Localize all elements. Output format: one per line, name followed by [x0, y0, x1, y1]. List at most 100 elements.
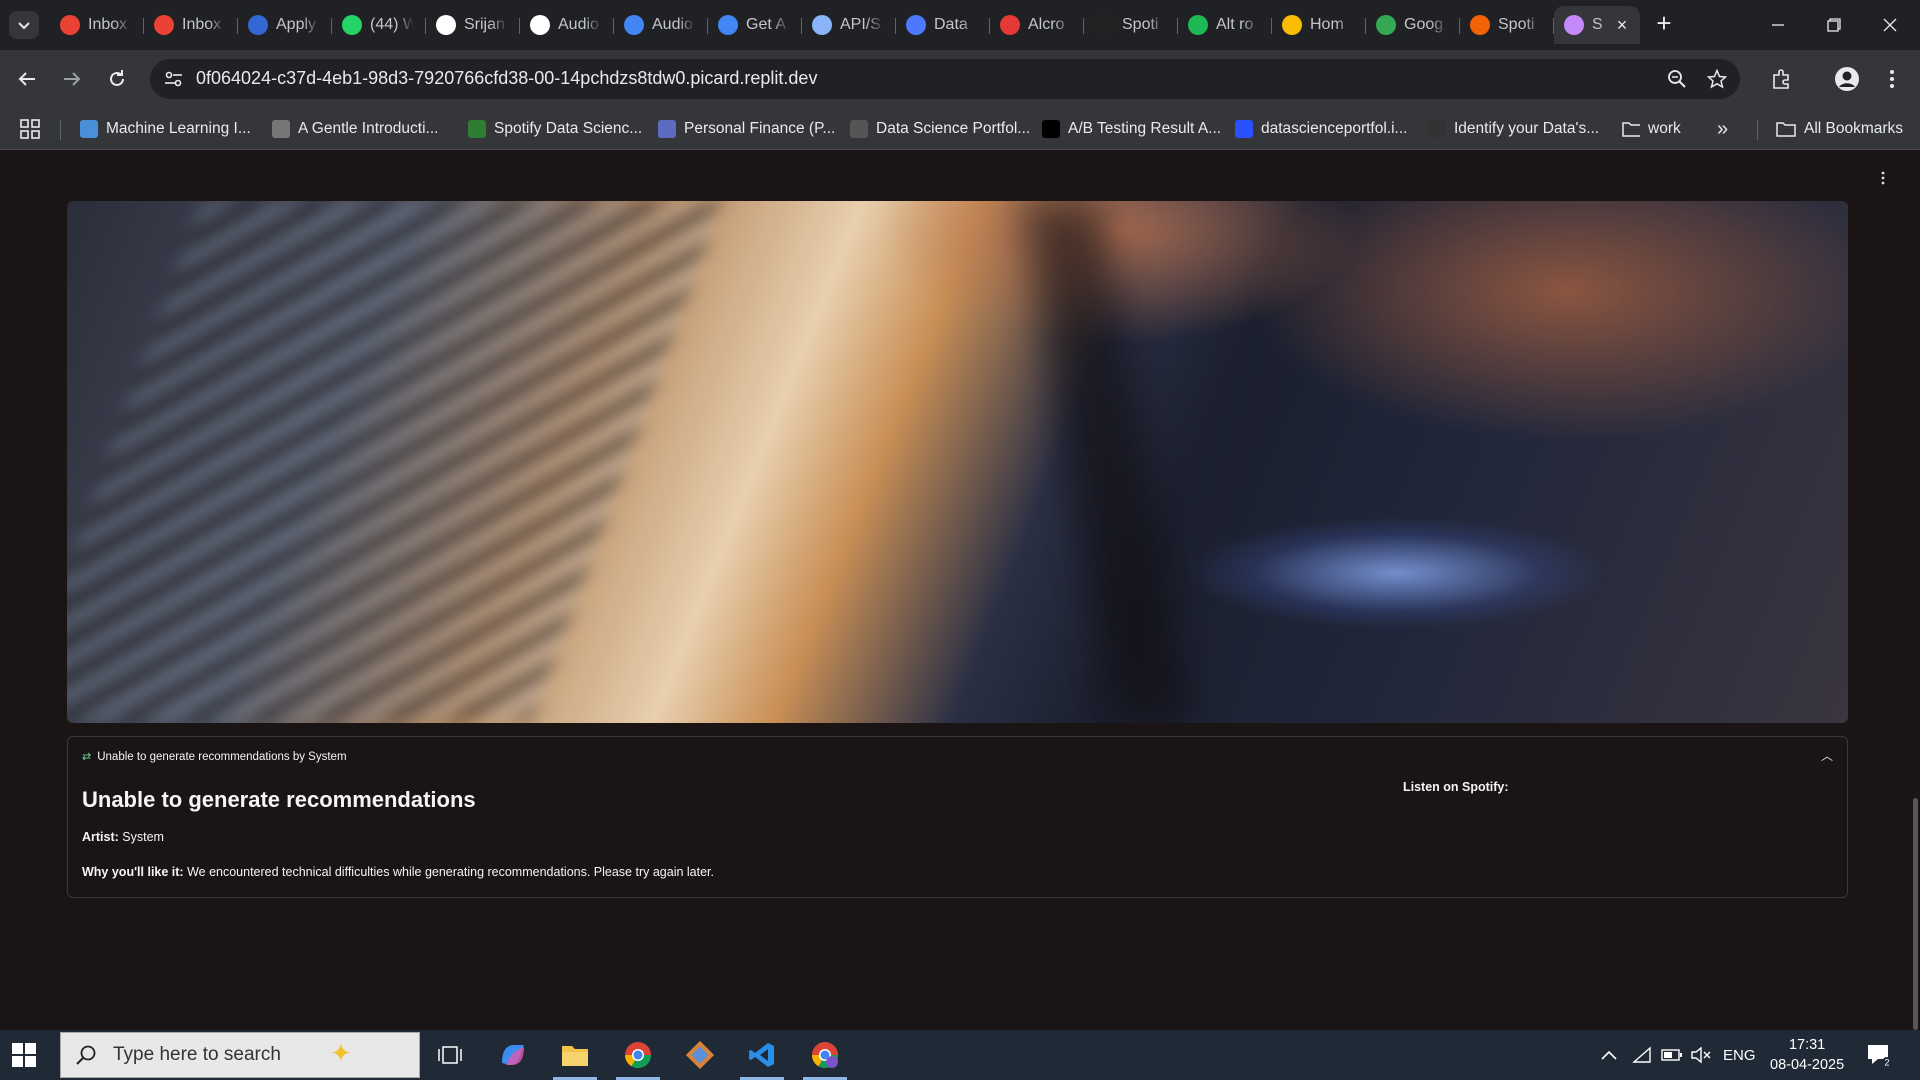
browser-tab[interactable]: Goog [1366, 6, 1460, 44]
svg-text:2: 2 [1884, 1058, 1889, 1068]
medium-icon [1042, 120, 1060, 138]
bookmark-item[interactable]: Data Science Portfol... [850, 116, 1030, 142]
language-indicator[interactable]: ENG [1723, 1030, 1756, 1080]
bookmarks-divider [1757, 120, 1758, 140]
why-label: Why you'll like it: [82, 865, 184, 879]
chevron-up-icon[interactable]: ︿ [1821, 747, 1833, 764]
tab-title: Spoti [1498, 16, 1535, 33]
url-text[interactable]: 0f064024-c37d-4eb1-98d3-7920766cfd38-00-… [196, 68, 817, 89]
browser-tab[interactable]: Data [896, 6, 990, 44]
new-tab-button[interactable]: + [1650, 10, 1678, 38]
bookmark-star-button[interactable] [1703, 66, 1731, 92]
volume-button[interactable] [1690, 1030, 1712, 1080]
minimize-button[interactable] [1750, 0, 1806, 50]
browser-tab[interactable]: Inbox [144, 6, 238, 44]
browser-tab[interactable]: S × [1554, 6, 1640, 44]
kebab-menu-icon [1881, 171, 1885, 185]
folder-icon [1622, 120, 1640, 138]
browser-tab[interactable]: Audio [520, 6, 614, 44]
reload-icon [110, 70, 124, 86]
apply-icon [248, 15, 268, 35]
artist-value: System [122, 830, 164, 844]
github-icon [436, 15, 456, 35]
tab-search-button[interactable] [9, 11, 39, 39]
minimize-icon [1772, 24, 1784, 26]
taskbar-chrome[interactable] [608, 1030, 668, 1080]
browser-tab[interactable]: Apply [238, 6, 332, 44]
browser-tab[interactable]: Alt ro [1178, 6, 1272, 44]
site-info-button[interactable] [160, 66, 188, 92]
taskbar-search-placeholder: Type here to search [113, 1044, 281, 1065]
battery-button[interactable] [1661, 1030, 1683, 1080]
taskbar-git[interactable] [670, 1030, 730, 1080]
forward-button[interactable] [55, 62, 89, 96]
bookmark-item[interactable]: work [1622, 116, 1681, 142]
bookmark-item[interactable]: datascienceportfol.i... [1235, 116, 1407, 142]
network-button[interactable] [1632, 1030, 1652, 1080]
task-view-button[interactable] [420, 1030, 480, 1080]
page-menu-button[interactable] [1880, 171, 1886, 190]
zoom-icon [1668, 70, 1686, 88]
browser-menu-button[interactable] [1878, 66, 1906, 92]
browser-tab[interactable]: Hom [1272, 6, 1366, 44]
browser-tab[interactable]: Audio [614, 6, 708, 44]
tab-title: API/S [840, 16, 881, 33]
expander-header[interactable]: ⇄ Unable to generate recommendations by … [82, 750, 347, 764]
bookmarks-bar: Machine Learning I... A Gentle Introducti… [0, 108, 1920, 150]
chrome-icon [624, 1042, 652, 1069]
browser-tab[interactable]: (44) W [332, 6, 426, 44]
reload-button[interactable] [100, 62, 134, 96]
bookmark-item[interactable]: Spotify Data Scienc... [468, 116, 642, 142]
avatar-icon [1835, 67, 1859, 91]
bookmark-item[interactable]: Machine Learning I... [80, 116, 251, 142]
git-icon [685, 1040, 715, 1070]
tab-title: S [1592, 16, 1603, 33]
close-tab-icon[interactable]: × [1612, 15, 1632, 35]
browser-tab[interactable]: Spoti [1084, 6, 1178, 44]
tab-title: Srijan [464, 16, 505, 33]
chrome-icon [811, 1042, 839, 1069]
tab-title: Audio [558, 16, 599, 33]
wifi-icon [1632, 1046, 1651, 1063]
bookmark-item[interactable]: Personal Finance (P... [658, 116, 835, 142]
browser-tab[interactable]: Get A [708, 6, 802, 44]
spotify-icon [1188, 15, 1208, 35]
d-icon [1235, 120, 1253, 138]
expander-header-text: Unable to generate recommendations by Sy… [97, 750, 347, 763]
notifications-button[interactable]: 2 [1866, 1030, 1892, 1080]
extensions-button[interactable] [1768, 66, 1796, 92]
apps-button[interactable] [20, 116, 40, 142]
tray-overflow-button[interactable] [1600, 1030, 1618, 1080]
page-content: ⇄ Unable to generate recommendations by … [0, 151, 1920, 1030]
chevron-up-icon [1601, 1050, 1617, 1060]
all-bookmarks-label: All Bookmarks [1804, 120, 1904, 137]
windows-taskbar: Type here to search ✦ ENG 17:31 08-04-20… [0, 1030, 1920, 1080]
puzzle-icon [1773, 69, 1789, 89]
more-bookmarks-button[interactable]: » [1717, 116, 1728, 142]
browser-tab[interactable]: Inbox [50, 6, 144, 44]
back-button[interactable] [10, 62, 44, 96]
bookmark-item[interactable]: A Gentle Introducti... [272, 116, 438, 142]
zoom-button[interactable] [1663, 66, 1691, 92]
all-bookmarks-button[interactable]: All Bookmarks [1776, 116, 1903, 142]
browser-tab[interactable]: Alcro [990, 6, 1084, 44]
kebab-menu-icon [1890, 70, 1894, 88]
taskbar-file-explorer[interactable] [545, 1030, 605, 1080]
close-window-button[interactable] [1862, 0, 1918, 50]
taskbar-search-box[interactable]: Type here to search [60, 1032, 420, 1078]
page-scrollbar[interactable] [1913, 798, 1918, 1030]
profile-button[interactable] [1833, 66, 1861, 92]
taskbar-copilot[interactable] [483, 1030, 543, 1080]
browser-tab[interactable]: Srijan [426, 6, 520, 44]
artist-label: Artist: [82, 830, 119, 844]
gmail-icon [154, 15, 174, 35]
taskbar-chrome-profile[interactable] [795, 1030, 855, 1080]
taskbar-vscode[interactable] [732, 1030, 792, 1080]
bookmark-item[interactable]: Identify your Data's... [1428, 116, 1599, 142]
bookmark-item[interactable]: A/B Testing Result A... [1042, 116, 1221, 142]
windows-start-button[interactable] [12, 1043, 36, 1067]
taskbar-clock[interactable]: 17:31 08-04-2025 [1770, 1035, 1844, 1075]
browser-tab[interactable]: Spoti [1460, 6, 1554, 44]
browser-tab[interactable]: API/S [802, 6, 896, 44]
restore-button[interactable] [1806, 0, 1862, 50]
